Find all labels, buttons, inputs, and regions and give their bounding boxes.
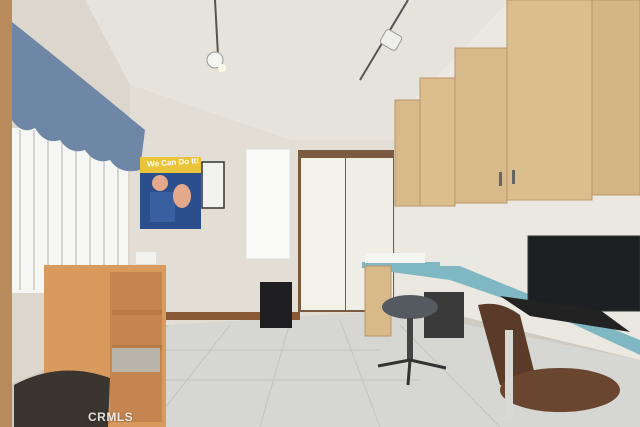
watermark: CRMLS: [88, 410, 134, 424]
papers: [365, 253, 425, 263]
chair-arm: [505, 330, 513, 420]
shelf-items: [112, 348, 160, 372]
stool-seat: [382, 295, 438, 319]
poster-figure-head: [152, 175, 168, 191]
wall-panel: [245, 148, 291, 260]
shredder: [260, 282, 292, 328]
door-frame: [0, 0, 12, 427]
room-photo: We Can Do It! CRMLS: [0, 0, 640, 427]
papers-stack: [440, 256, 478, 266]
shelf-board: [112, 310, 162, 315]
small-frame: [201, 161, 225, 209]
room-illustration: [0, 0, 640, 427]
poster-figure-body: [150, 192, 175, 222]
poster-figure-arm: [173, 184, 191, 208]
monitor: [527, 235, 640, 312]
stool-post: [407, 318, 413, 360]
phone: [136, 252, 156, 264]
closet-door-left: [301, 158, 345, 310]
chair-seat: [500, 368, 620, 412]
track-light-bulb: [218, 64, 226, 72]
